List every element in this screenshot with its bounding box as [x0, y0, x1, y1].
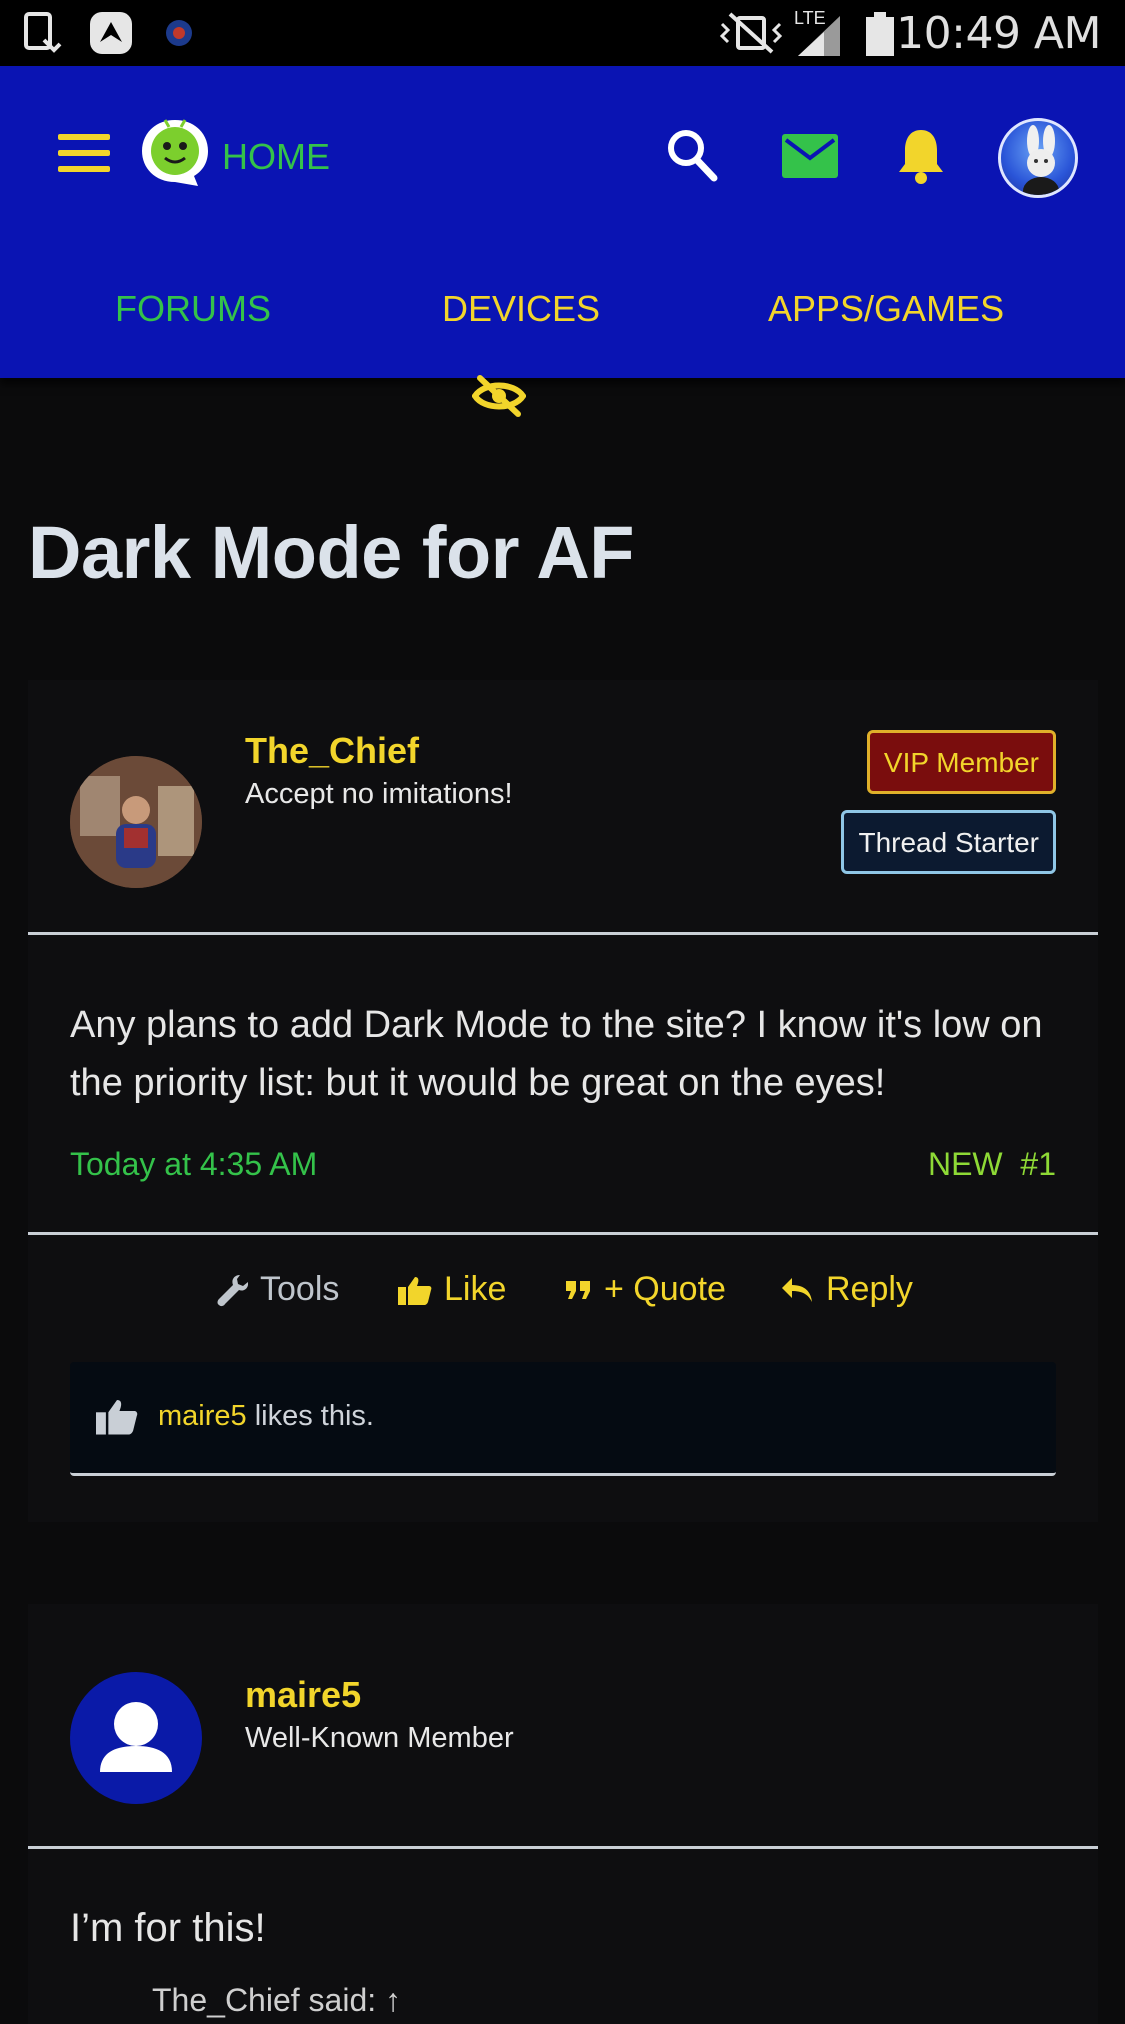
settings-notification-icon [166, 20, 192, 46]
post-body: I’m for this! [70, 1906, 266, 1950]
divider [28, 932, 1098, 935]
likes-summary: maire5 likes this. [70, 1362, 1056, 1476]
user-avatar[interactable] [998, 118, 1078, 198]
quote-attribution[interactable]: The_Chief said: ↑ [152, 1982, 401, 2019]
likes-text: maire5 likes this. [158, 1400, 374, 1433]
vip-member-badge: VIP Member [866, 730, 1056, 794]
battery-icon [866, 12, 894, 56]
tab-apps-games[interactable]: APPS/GAMES [768, 288, 1004, 330]
quote-label: + Quote [604, 1270, 726, 1308]
like-button[interactable]: Like [398, 1270, 506, 1309]
wrench-icon [217, 1274, 248, 1306]
like-label: Like [444, 1270, 507, 1308]
thread-starter-badge: Thread Starter [841, 810, 1056, 874]
post-card: The_Chief Accept no imitations! VIP Memb… [28, 680, 1098, 1522]
liker-name[interactable]: maire5 [158, 1400, 247, 1432]
tools-label: Tools [260, 1270, 340, 1308]
post-number-label: #1 [1020, 1146, 1056, 1182]
tab-forums[interactable]: FORUMS [115, 288, 271, 330]
avatar[interactable] [70, 1672, 202, 1804]
reply-icon [782, 1277, 812, 1302]
thumbs-up-icon [96, 1399, 138, 1435]
reply-label: Reply [826, 1270, 913, 1308]
android-forums-logo[interactable] [138, 116, 212, 190]
notification-bell-icon[interactable] [896, 126, 946, 184]
divider [28, 1846, 1098, 1849]
home-link[interactable]: HOME [222, 136, 330, 178]
mail-icon[interactable] [782, 134, 838, 178]
bunny-avatar-icon [1023, 125, 1059, 195]
post-username[interactable]: maire5 [245, 1674, 361, 1716]
app-notification-icon [90, 12, 132, 54]
status-bar: LTE 10:49 AM [0, 0, 1125, 66]
search-icon[interactable] [666, 128, 718, 182]
tools-button[interactable]: Tools [216, 1270, 339, 1309]
new-label: NEW [927, 1146, 1003, 1182]
device-sync-icon [24, 12, 62, 53]
tab-devices[interactable]: DEVICES [442, 288, 600, 330]
hide-eye-icon[interactable] [472, 374, 526, 418]
post-body: Any plans to add Dark Mode to the site? … [70, 1004, 1043, 1104]
post-username[interactable]: The_Chief [245, 730, 419, 772]
reply-button[interactable]: Reply [780, 1270, 913, 1309]
signal-icon [798, 16, 840, 56]
avatar-photo [70, 756, 202, 888]
app-header: HOME FORUMS DEVICES APPS/GAMES [0, 66, 1125, 378]
vibrate-mute-icon [719, 12, 783, 54]
thumbs-up-icon [398, 1276, 432, 1305]
clock: 10:49 AM [896, 8, 1101, 59]
post-card: maire5 Well-Known Member I’m for this! T… [28, 1604, 1098, 2024]
quote-button[interactable]: + Quote [564, 1270, 726, 1309]
default-user-icon [100, 1702, 172, 1772]
divider [28, 1232, 1098, 1235]
likes-suffix: likes this. [246, 1400, 374, 1432]
menu-icon[interactable] [58, 134, 110, 172]
post-user-title: Accept no imitations! [245, 778, 513, 810]
page-title: Dark Mode for AF [28, 511, 634, 594]
quote-icon [566, 1280, 590, 1299]
avatar[interactable] [70, 756, 202, 888]
post-number[interactable]: NEW #1 [928, 1146, 1056, 1183]
post-user-title: Well-Known Member [245, 1722, 514, 1754]
post-timestamp[interactable]: Today at 4:35 AM [70, 1146, 317, 1183]
